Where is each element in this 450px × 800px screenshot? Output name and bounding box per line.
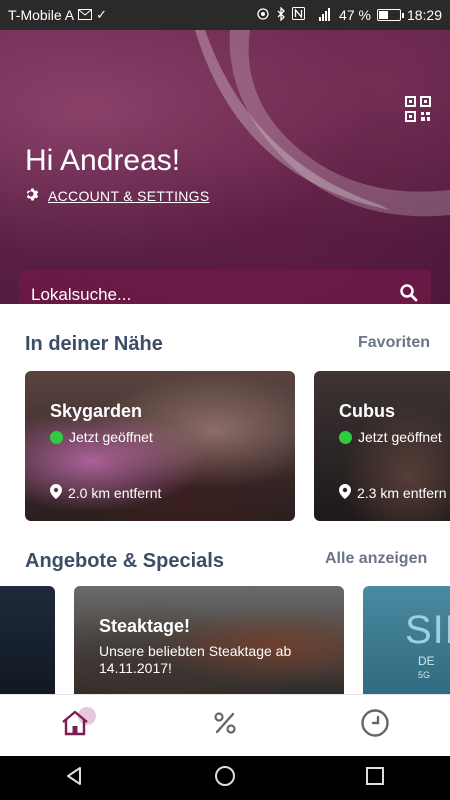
- offer-title: Steaktage!: [99, 616, 191, 636]
- offer-description: Unsere beliebten Steaktage ab 14.11.2017…: [99, 643, 292, 676]
- open-indicator-icon: [339, 430, 352, 444]
- battery-icon: [376, 9, 404, 21]
- venue-name: Skygarden: [50, 401, 143, 421]
- percent-icon: [212, 710, 238, 741]
- hero-header: Hi Andreas! ACCOUNT & SETTINGS: [0, 30, 450, 304]
- open-status: Jetzt geöffnet: [339, 429, 442, 445]
- bottom-navigation: [0, 694, 450, 756]
- offer-card-partial-right[interactable]: SIL DE 5G: [363, 586, 450, 696]
- open-status: Jetzt geöffnet: [50, 429, 153, 445]
- home-icon: [60, 709, 90, 742]
- hotspot-icon: [256, 7, 270, 24]
- greeting-title: Hi Andreas!: [25, 144, 181, 177]
- signal-icon: [311, 7, 333, 24]
- distance-label: 2.0 km entfernt: [68, 485, 162, 501]
- nfc-icon: [292, 7, 306, 23]
- message-icon: [78, 8, 93, 23]
- tab-history[interactable]: [300, 695, 450, 756]
- distance: 2.3 km entfern: [339, 484, 447, 502]
- open-indicator-icon: [50, 430, 63, 444]
- offers-section-title: Angebote & Specials: [25, 550, 224, 572]
- qr-code-icon[interactable]: [405, 96, 431, 122]
- clock-time: 18:29: [406, 7, 442, 23]
- nearby-section-title: In deiner Nähe: [25, 333, 163, 355]
- offer-partial-small: 5G: [418, 670, 431, 680]
- carrier-label: T-Mobile A: [8, 7, 75, 23]
- search-input[interactable]: [31, 285, 399, 304]
- status-bar: T-Mobile A ✓ 47 % 18:29: [0, 0, 450, 30]
- gear-icon: [25, 187, 40, 205]
- venue-name: Cubus: [339, 401, 395, 421]
- show-all-link[interactable]: Alle anzeigen: [325, 550, 427, 568]
- home-circle-icon[interactable]: [214, 765, 236, 792]
- offer-partial-text: SIL: [405, 608, 450, 652]
- account-settings-label: ACCOUNT & SETTINGS: [48, 188, 210, 204]
- back-icon[interactable]: [65, 766, 85, 791]
- offer-card-partial-left[interactable]: [0, 586, 55, 696]
- favorites-link[interactable]: Favoriten: [358, 334, 430, 352]
- recents-icon[interactable]: [365, 766, 385, 791]
- distance: 2.0 km entfernt: [50, 484, 161, 502]
- tab-home[interactable]: [0, 695, 150, 756]
- check-icon: ✓: [96, 7, 108, 22]
- search-bar[interactable]: [19, 270, 431, 304]
- distance-label: 2.3 km entfern: [357, 485, 447, 501]
- clock-icon: [360, 708, 390, 743]
- open-status-label: Jetzt geöffnet: [358, 429, 442, 445]
- bluetooth-icon: [276, 5, 286, 24]
- battery-percent: 47 %: [339, 7, 371, 23]
- offer-partial-sub: DE: [418, 654, 435, 668]
- tab-offers[interactable]: [150, 695, 300, 756]
- venue-card-cubus[interactable]: Cubus Jetzt geöffnet 2.3 km entfern: [314, 371, 450, 521]
- offer-card-steaktage[interactable]: Steaktage! Unsere beliebten Steaktage ab…: [74, 586, 344, 696]
- location-pin-icon: [339, 484, 351, 502]
- account-settings-link[interactable]: ACCOUNT & SETTINGS: [25, 187, 210, 205]
- search-icon[interactable]: [399, 283, 419, 305]
- location-pin-icon: [50, 484, 62, 502]
- open-status-label: Jetzt geöffnet: [69, 429, 153, 445]
- venue-card-skygarden[interactable]: Skygarden Jetzt geöffnet 2.0 km entfernt: [25, 371, 295, 521]
- system-navigation-bar: [0, 756, 450, 800]
